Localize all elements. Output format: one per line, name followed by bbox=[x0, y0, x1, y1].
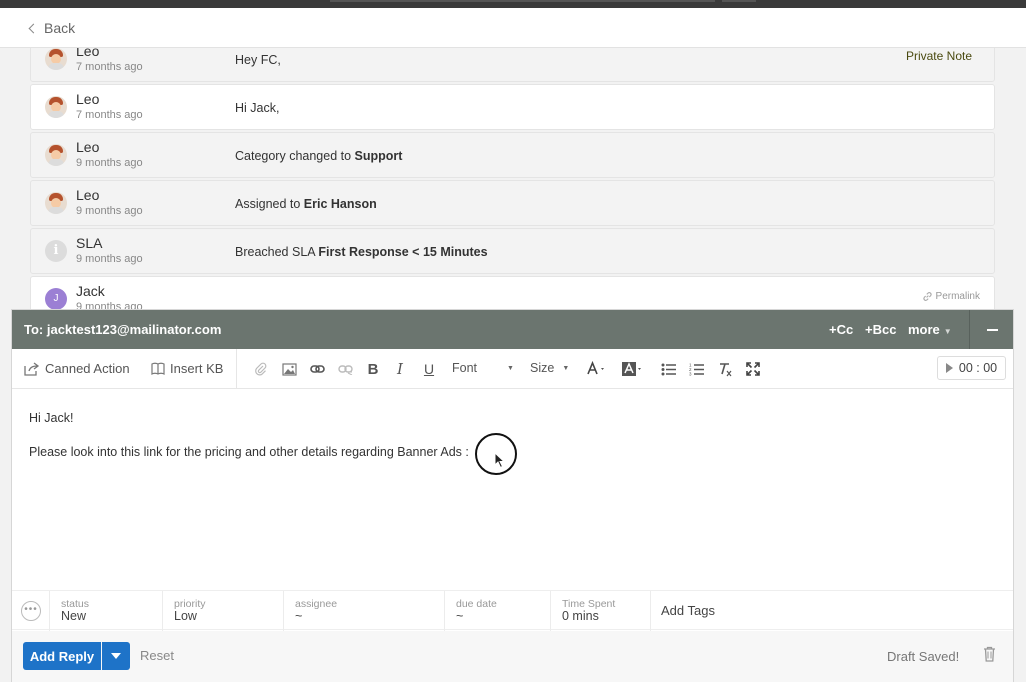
editor-line: Hi Jack! bbox=[29, 411, 74, 425]
italic-icon[interactable]: I bbox=[391, 360, 409, 378]
conversation-thread: Leo 7 months ago Hey FC, Private Note Le… bbox=[30, 36, 995, 324]
author-name: SLA bbox=[76, 235, 103, 251]
bullet-list-icon[interactable] bbox=[660, 360, 678, 378]
clear-format-icon[interactable] bbox=[716, 360, 734, 378]
reset-button[interactable]: Reset bbox=[140, 648, 174, 663]
author-name: Leo bbox=[76, 91, 100, 107]
editor-toolbar: Canned Action Insert KB B I U Font ▼ Size… bbox=[12, 349, 1013, 389]
thread-item[interactable]: Leo 9 months ago Assigned to Eric Hanson bbox=[30, 180, 995, 226]
share-icon bbox=[24, 361, 40, 376]
reply-composer: To: jacktest123@mailinator.com +Cc +Bcc … bbox=[11, 309, 1014, 682]
back-label: Back bbox=[44, 20, 76, 36]
message-preview: Hey FC, bbox=[235, 53, 281, 67]
numbered-list-icon[interactable]: 123 bbox=[688, 360, 706, 378]
text-color-icon[interactable] bbox=[586, 360, 610, 378]
assignee-field[interactable]: assignee ~ bbox=[284, 591, 445, 631]
info-icon: i bbox=[45, 240, 67, 262]
avatar bbox=[45, 96, 67, 118]
window-topbar bbox=[0, 0, 1026, 8]
avatar bbox=[45, 144, 67, 166]
canned-action-button[interactable]: Canned Action bbox=[24, 361, 130, 376]
reply-options-button[interactable] bbox=[102, 642, 130, 670]
insert-kb-button[interactable]: Insert KB bbox=[151, 361, 223, 376]
avatar bbox=[45, 48, 67, 70]
back-button[interactable]: Back bbox=[28, 20, 76, 36]
fullscreen-icon[interactable] bbox=[744, 360, 762, 378]
attachment-icon[interactable] bbox=[252, 360, 270, 378]
time-tracker[interactable]: 00 : 00 bbox=[937, 356, 1006, 380]
add-tags-input[interactable]: Add Tags bbox=[661, 603, 715, 618]
image-icon[interactable] bbox=[280, 360, 298, 378]
timer-value: 00 : 00 bbox=[958, 361, 998, 375]
play-icon[interactable] bbox=[945, 363, 953, 373]
link-icon bbox=[922, 292, 932, 301]
timestamp: 9 months ago bbox=[76, 253, 143, 265]
add-reply-button[interactable]: Add Reply bbox=[23, 642, 101, 670]
timestamp: 7 months ago bbox=[76, 61, 143, 73]
chevron-down-icon bbox=[111, 653, 121, 659]
chevron-left-icon bbox=[28, 23, 39, 33]
link-icon[interactable] bbox=[308, 360, 326, 378]
bold-icon[interactable]: B bbox=[364, 360, 382, 378]
more-dropdown[interactable]: more ▼ bbox=[908, 322, 952, 337]
message-preview: Assigned to Eric Hanson bbox=[235, 197, 377, 211]
composer-header: To: jacktest123@mailinator.com +Cc +Bcc … bbox=[12, 310, 1013, 349]
message-editor[interactable]: Hi Jack! Please look into this link for … bbox=[12, 390, 1013, 590]
more-options-icon[interactable]: ••• bbox=[21, 601, 41, 621]
chevron-down-icon: ▼ bbox=[943, 327, 952, 336]
draft-status: Draft Saved! bbox=[887, 649, 960, 664]
message-preview: Category changed to Support bbox=[235, 149, 403, 163]
editor-line: Please look into this link for the prici… bbox=[29, 445, 469, 459]
book-icon bbox=[151, 362, 165, 375]
author-name: Leo bbox=[76, 187, 100, 203]
add-cc-button[interactable]: +Cc bbox=[829, 322, 853, 337]
highlight-color-icon[interactable] bbox=[621, 360, 645, 378]
thread-item[interactable]: i SLA 9 months ago Breached SLA First Re… bbox=[30, 228, 995, 274]
thread-item[interactable]: Leo 7 months ago Hi Jack, bbox=[30, 84, 995, 130]
timestamp: 9 months ago bbox=[76, 205, 143, 217]
message-preview: Breached SLA First Response < 15 Minutes bbox=[235, 245, 488, 259]
underline-icon[interactable]: U bbox=[420, 360, 438, 378]
thread-item[interactable]: Leo 9 months ago Category changed to Sup… bbox=[30, 132, 995, 178]
time-spent-field[interactable]: Time Spent 0 mins bbox=[551, 591, 651, 631]
topbar-button bbox=[722, 0, 756, 2]
size-dropdown[interactable]: Size ▼ bbox=[530, 361, 569, 375]
svg-text:3: 3 bbox=[689, 372, 692, 377]
timestamp: 7 months ago bbox=[76, 109, 143, 121]
unlink-icon[interactable] bbox=[336, 360, 354, 378]
priority-field[interactable]: priority Low bbox=[163, 591, 284, 631]
message-preview: Hi Jack, bbox=[235, 101, 280, 115]
ticket-properties: ••• status New priority Low assignee ~ d… bbox=[12, 590, 1013, 631]
more-properties: ••• bbox=[12, 591, 50, 631]
mouse-cursor-icon bbox=[494, 452, 506, 469]
due-date-field[interactable]: due date ~ bbox=[445, 591, 551, 631]
author-name: Jack bbox=[76, 283, 105, 299]
avatar bbox=[45, 192, 67, 214]
composer-footer: Add Reply Reset Draft Saved! bbox=[12, 631, 1013, 682]
recipient-field[interactable]: To: jacktest123@mailinator.com bbox=[24, 322, 221, 337]
address-bar bbox=[330, 0, 715, 2]
trash-icon[interactable] bbox=[983, 646, 996, 662]
status-field[interactable]: status New bbox=[50, 591, 163, 631]
add-bcc-button[interactable]: +Bcc bbox=[865, 322, 896, 337]
author-name: Leo bbox=[76, 139, 100, 155]
timestamp: 9 months ago bbox=[76, 157, 143, 169]
minimize-icon[interactable] bbox=[987, 329, 998, 331]
back-bar: Back bbox=[0, 8, 1026, 48]
permalink-link[interactable]: Permalink bbox=[922, 291, 980, 302]
private-note-tag: Private Note bbox=[905, 49, 972, 63]
avatar: J bbox=[45, 288, 67, 310]
font-dropdown[interactable]: Font ▼ bbox=[452, 361, 514, 375]
